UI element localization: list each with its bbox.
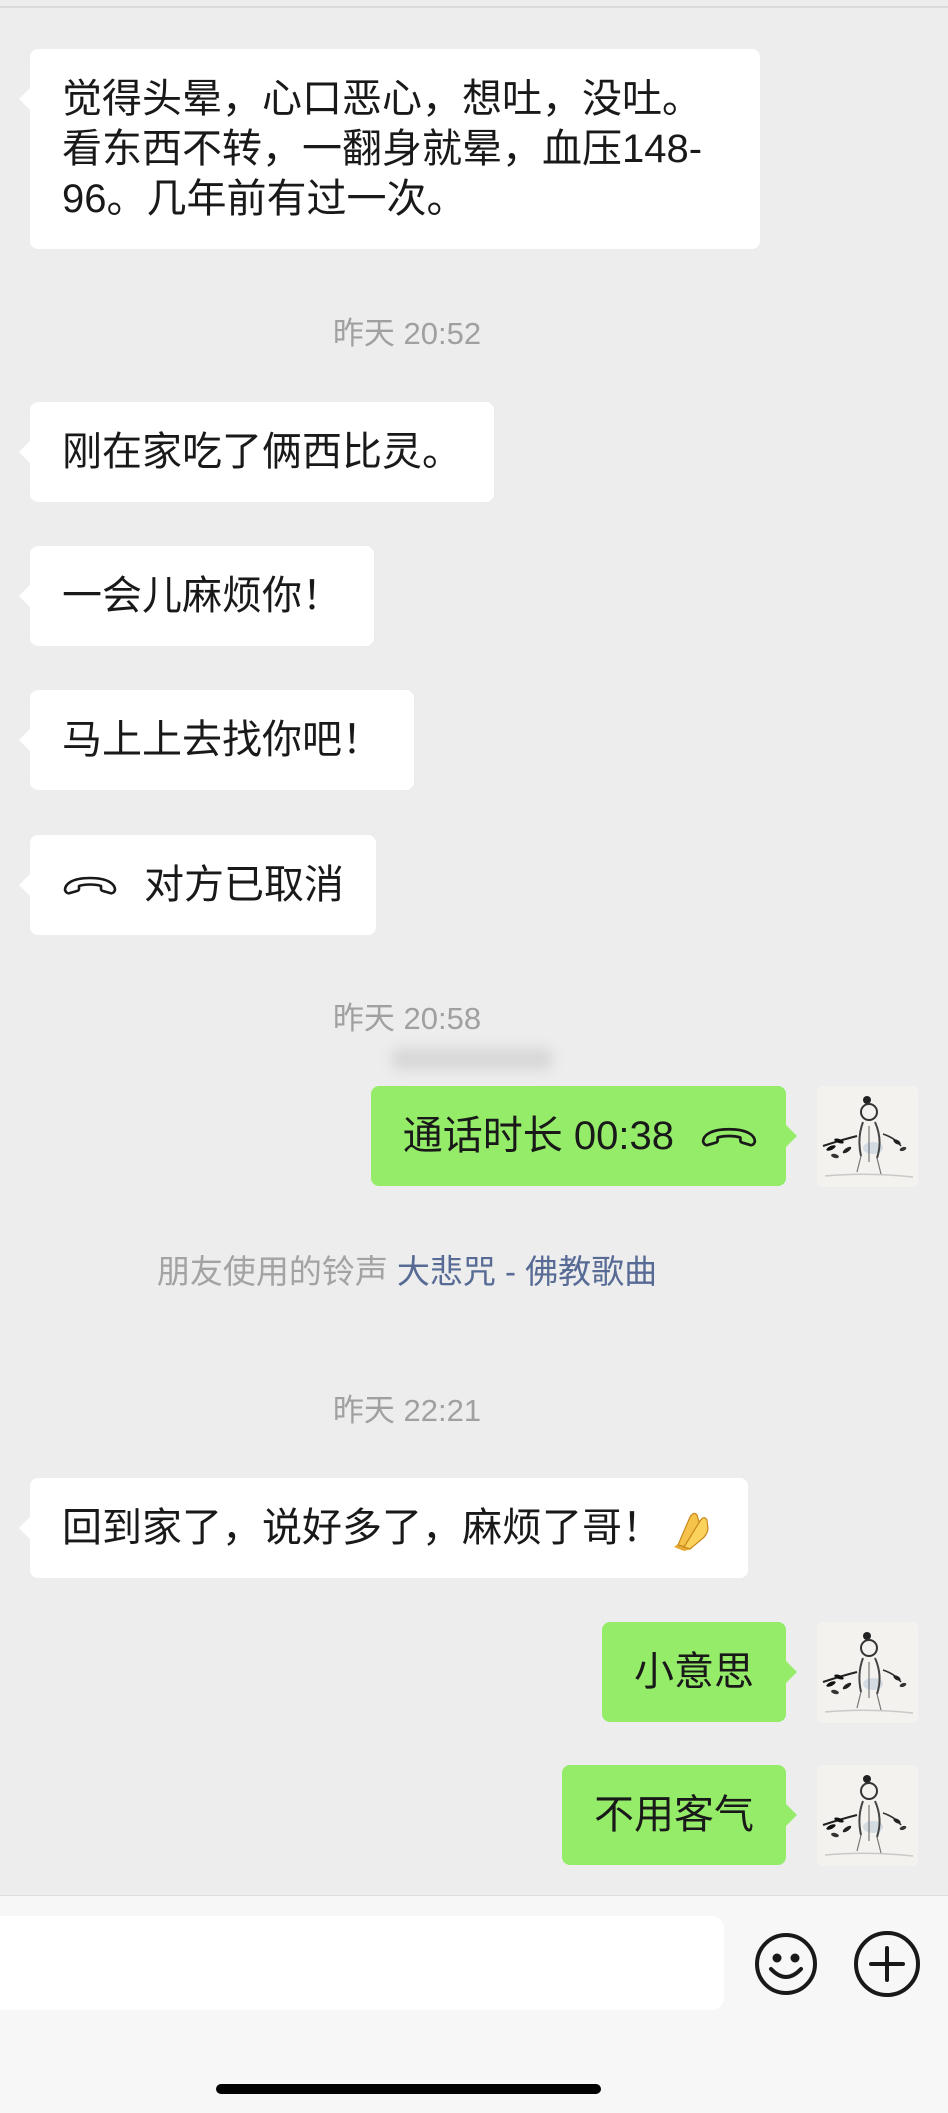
header-divider bbox=[0, 6, 948, 8]
timestamp: 昨天 22:21 bbox=[332, 1393, 482, 1428]
message-text: 一会儿麻烦你！ bbox=[62, 574, 342, 618]
avatar[interactable] bbox=[817, 1765, 918, 1866]
ringtone-song-link[interactable]: 大悲咒 - 佛教歌曲 bbox=[397, 1253, 657, 1290]
home-indicator bbox=[216, 2084, 601, 2094]
avatar[interactable] bbox=[817, 1622, 918, 1723]
phone-hangup-icon bbox=[700, 1124, 758, 1149]
avatar[interactable] bbox=[817, 1086, 918, 1187]
incoming-message-bubble[interactable]: 回到家了，说好多了，麻烦了哥！ bbox=[19, 1478, 748, 1578]
message-text: 回到家了，说好多了，麻烦了哥！ bbox=[62, 1506, 662, 1550]
incoming-message-bubble[interactable]: 觉得头晕，心口恶心，想吐，没吐。看东西不转，一翻身就晕，血压148-96。几年前… bbox=[19, 49, 760, 249]
voice-call-record-bubble[interactable]: 对方已取消 bbox=[19, 835, 376, 935]
message-text: 不用客气 bbox=[594, 1793, 754, 1837]
outgoing-message-bubble[interactable]: 不用客气 bbox=[562, 1765, 797, 1865]
ink-sketch-avatar-icon bbox=[817, 1765, 918, 1866]
ink-sketch-avatar-icon bbox=[817, 1622, 918, 1723]
message-text: 觉得头晕，心口恶心，想吐，没吐。看东西不转，一翻身就晕，血压148-96。几年前… bbox=[62, 77, 703, 221]
message-text: 刚在家吃了俩西比灵。 bbox=[62, 430, 462, 474]
blurred-watermark bbox=[391, 1048, 553, 1070]
chat-area: 觉得头晕，心口恶心，想吐，没吐。看东西不转，一翻身就晕，血压148-96。几年前… bbox=[0, 0, 948, 1895]
ink-sketch-avatar-icon bbox=[817, 1086, 918, 1187]
ringtone-prefix: 朋友使用的铃声 bbox=[156, 1253, 388, 1290]
timestamp: 昨天 20:52 bbox=[332, 316, 482, 351]
voice-call-record-bubble[interactable]: 通话时长 00:38 bbox=[370, 1086, 798, 1186]
message-text: 马上上去找你吧！ bbox=[62, 718, 382, 762]
message-text: 小意思 bbox=[634, 1650, 754, 1694]
folded-hands-emoji-icon bbox=[674, 1512, 709, 1551]
incoming-message-bubble[interactable]: 马上上去找你吧！ bbox=[19, 690, 414, 790]
incoming-message-bubble[interactable]: 一会儿麻烦你！ bbox=[19, 546, 374, 646]
plus-circle-icon[interactable] bbox=[853, 1930, 921, 1998]
input-bar bbox=[0, 1895, 948, 2113]
timestamp: 昨天 20:58 bbox=[332, 1001, 482, 1036]
call-status-text: 对方已取消 bbox=[144, 863, 344, 907]
smiley-icon[interactable] bbox=[754, 1932, 818, 1996]
outgoing-message-bubble[interactable]: 小意思 bbox=[602, 1622, 797, 1722]
message-input[interactable] bbox=[0, 1916, 724, 2010]
incoming-message-bubble[interactable]: 刚在家吃了俩西比灵。 bbox=[19, 402, 494, 502]
phone-hangup-icon bbox=[62, 873, 118, 897]
ringtone-notice: 朋友使用的铃声 大悲咒 - 佛教歌曲 bbox=[0, 1252, 814, 1292]
call-duration-text: 通话时长 00:38 bbox=[402, 1114, 674, 1158]
